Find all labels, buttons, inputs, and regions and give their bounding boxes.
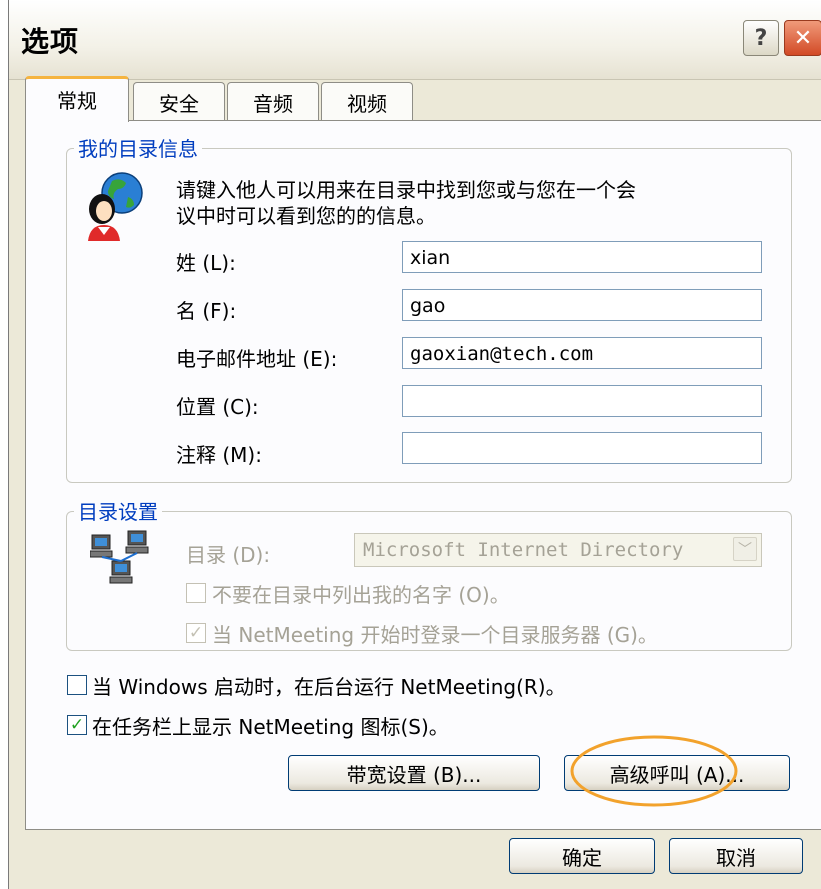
tab-audio-label: 音频 (253, 92, 293, 116)
title-bar: 选项 ? ✕ (9, 0, 821, 80)
cancel-button[interactable]: 取消 (669, 838, 803, 874)
chevron-down-icon[interactable]: ﹀ (733, 537, 757, 561)
no-list-label: 不要在目录中列出我的名字 (O)。 (212, 583, 510, 607)
highlight-circle (570, 735, 738, 807)
no-list-checkbox[interactable] (186, 583, 206, 603)
location-input[interactable] (402, 385, 762, 417)
directory-select[interactable]: Microsoft Internet Directory ﹀ (354, 533, 762, 567)
location-label: 位置 (C): (176, 395, 259, 419)
tab-audio[interactable]: 音频 (227, 82, 319, 120)
description-line-1: 请键入他人可以用来在目录中找到您或与您在一个会 (176, 178, 636, 202)
last-name-input[interactable]: xian (402, 241, 762, 273)
options-dialog: 选项 ? ✕ 常规 安全 音频 视频 我的目录信息 请键入他人可以用来在目录中找… (8, 0, 821, 889)
email-input[interactable]: gaoxian@tech.com (402, 337, 762, 369)
description-line-2: 议中时可以看到您的的信息。 (176, 204, 436, 228)
my-info-legend: 我的目录信息 (74, 133, 202, 162)
first-name-label: 名 (F): (176, 299, 237, 323)
tab-general[interactable]: 常规 (25, 76, 129, 122)
directory-selected-value: Microsoft Internet Directory (363, 539, 684, 561)
close-icon[interactable]: ✕ (784, 20, 821, 56)
tab-general-label: 常规 (57, 89, 97, 113)
tab-video[interactable]: 视频 (321, 82, 413, 120)
login-directory-checkbox[interactable]: ✓ (186, 623, 206, 643)
directory-label: 目录 (D): (186, 543, 271, 567)
directory-legend: 目录设置 (74, 496, 162, 525)
first-name-input[interactable]: gao (402, 289, 762, 321)
help-icon[interactable]: ? (743, 20, 779, 56)
run-in-background-label: 当 Windows 启动时，在后台运行 NetMeeting(R)。 (92, 675, 566, 699)
comments-input[interactable] (402, 432, 762, 464)
bandwidth-settings-button[interactable]: 带宽设置 (B)... (288, 755, 540, 791)
tab-panel-general: 我的目录信息 请键入他人可以用来在目录中找到您或与您在一个会 议中时可以看到您的… (25, 120, 821, 830)
show-taskbar-icon-checkbox[interactable]: ✓ (67, 715, 87, 735)
my-info-description: 请键入他人可以用来在目录中找到您或与您在一个会 议中时可以看到您的的信息。 (176, 177, 636, 229)
person-globe-icon (82, 171, 144, 243)
ok-button[interactable]: 确定 (509, 838, 655, 874)
tab-video-label: 视频 (347, 92, 387, 116)
network-computers-icon (89, 527, 154, 585)
last-name-label: 姓 (L): (176, 251, 236, 275)
comments-label: 注释 (M): (176, 443, 262, 467)
email-label: 电子邮件地址 (E): (176, 347, 338, 371)
login-directory-label: 当 NetMeeting 开始时登录一个目录服务器 (G)。 (212, 623, 658, 647)
tab-security[interactable]: 安全 (133, 82, 225, 120)
run-in-background-checkbox[interactable] (67, 675, 87, 695)
dialog-title: 选项 (21, 25, 80, 58)
show-taskbar-icon-label: 在任务栏上显示 NetMeeting 图标(S)。 (92, 715, 449, 739)
tab-security-label: 安全 (159, 92, 199, 116)
